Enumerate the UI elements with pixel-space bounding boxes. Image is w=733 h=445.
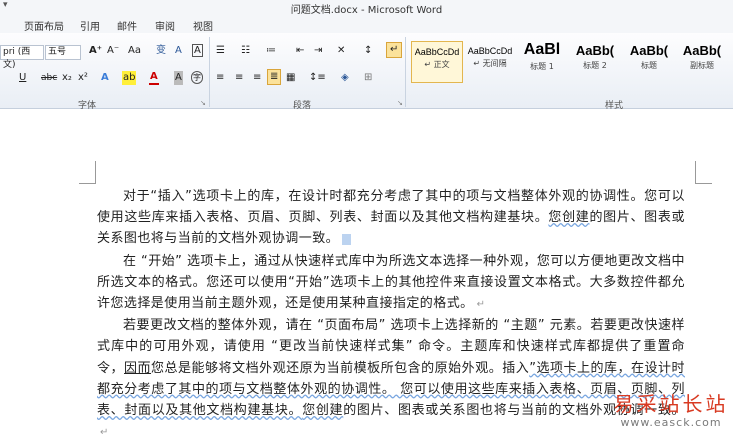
style-name: 标题 2 (583, 61, 607, 70)
bullets-icon[interactable]: ☰ (215, 44, 226, 58)
page-corner-marker (79, 161, 96, 184)
document-body[interactable]: 对于“插入”选项卡上的库，在设计时都充分考虑了其中的项与文档整体外观的协调性。您… (97, 186, 685, 443)
borders-icon[interactable]: ⊞ (363, 71, 373, 85)
sort-icon[interactable]: ↕ (363, 44, 373, 58)
title-bar: ▾ 问题文档.docx - Microsoft Word (0, 0, 733, 16)
subscript-button[interactable]: x₂ (61, 71, 73, 85)
window-title: 问题文档.docx - Microsoft Word (290, 5, 443, 16)
style-name: 副标题 (690, 61, 714, 70)
watermark-url: www.easck.com (620, 416, 722, 429)
text-effects-button[interactable]: A (100, 71, 110, 85)
text-run: 您创建 (548, 210, 590, 226)
style-name: 标题 (641, 61, 657, 70)
style-sample: AaBb( (575, 43, 615, 58)
grow-font-button[interactable]: A⁺ (88, 44, 103, 58)
style-sample: AaBb( (682, 43, 722, 58)
font-dialog-launcher-icon[interactable]: ↘ (200, 96, 206, 110)
style-sample: AaBbCcDd (414, 47, 460, 57)
style-no-spacing[interactable]: AaBbCcDd ↵ 无间隔 (465, 41, 515, 81)
multilevel-list-icon[interactable]: ≔ (265, 44, 277, 58)
style-sample: AaBl (523, 41, 561, 58)
site-watermark: 易采站长站 www.easck.com (611, 392, 731, 429)
show-paragraph-marks-icon[interactable]: ↵ (386, 42, 403, 58)
style-subtitle[interactable]: AaBb( 副标题 (677, 41, 727, 81)
char-border-button[interactable]: A (192, 44, 203, 57)
style-sample: AaBb( (629, 43, 669, 58)
line-spacing-icon[interactable]: ↕≡ (308, 71, 327, 85)
tab-page-layout[interactable]: 页面布局 (24, 18, 64, 33)
justify-icon[interactable]: ≣ (267, 69, 282, 85)
enclose-char-button[interactable]: 字 (191, 71, 203, 84)
paragraph-mark-icon: ↵ (100, 427, 109, 439)
decrease-indent-icon[interactable]: ⇤ (295, 44, 305, 58)
tab-view[interactable]: 视图 (193, 18, 213, 33)
text-run: 您总是能够将文档外观还原为当前模板所包含的原始外观。插入 (151, 360, 530, 376)
style-normal[interactable]: AaBbCcDd ↵ 正文 (411, 41, 463, 83)
style-name: 标题 1 (530, 62, 554, 71)
tab-mailings[interactable]: 邮件 (117, 18, 137, 33)
highlight-button[interactable]: ab (122, 71, 137, 85)
font-color-button[interactable]: A (149, 71, 159, 85)
char-shading-button[interactable]: A (174, 71, 183, 85)
ribbon: pri (西文) 五号 A⁺ A⁻ Aa 变 A A U abc x₂ x² A… (0, 33, 733, 111)
distributed-icon[interactable]: ▦ (285, 71, 296, 85)
page-corner-marker (695, 161, 712, 184)
text-run: 在 “开始” 选项卡上，通过从快速样式库中为所选文本选择一种外观，您可以方便地更… (97, 253, 685, 312)
ribbon-tabs: 页面布局 引用 邮件 审阅 视图 (0, 16, 733, 33)
style-heading-2[interactable]: AaBb( 标题 2 (570, 41, 620, 81)
numbering-icon[interactable]: ☷ (240, 44, 251, 58)
clear-format-button[interactable]: A (174, 44, 183, 58)
group-divider (209, 37, 210, 107)
align-left-icon[interactable]: ≡ (215, 71, 225, 85)
style-heading-1[interactable]: AaBl 标题 1 (517, 41, 567, 81)
increase-indent-icon[interactable]: ⇥ (313, 44, 323, 58)
chinese-layout-icon[interactable]: ✕ (336, 44, 346, 58)
paragraph: 在 “开始” 选项卡上，通过从快速样式库中为所选文本选择一种外观，您可以方便地更… (97, 251, 685, 316)
tab-references[interactable]: 引用 (80, 18, 100, 33)
strikethrough-button[interactable]: abc (40, 71, 58, 85)
style-title[interactable]: AaBb( 标题 (624, 41, 674, 81)
style-sample: AaBbCcDd (467, 46, 513, 56)
font-size-combo[interactable]: 五号 (45, 45, 81, 60)
watermark-text: 易采站长站 (613, 392, 729, 416)
text-run: 您创建 (302, 403, 344, 419)
change-case-button[interactable]: Aa (127, 44, 142, 58)
text-run: 因而 (124, 360, 152, 376)
shrink-font-button[interactable]: A⁻ (106, 44, 120, 58)
paragraph-dialog-launcher-icon[interactable]: ↘ (397, 96, 403, 110)
paragraph-mark-icon: ↵ (476, 299, 486, 311)
phonetic-guide-button[interactable]: 变 (155, 44, 167, 58)
shading-icon[interactable]: ◈ (340, 71, 350, 85)
align-center-icon[interactable]: ≡ (234, 71, 244, 85)
superscript-button[interactable]: x² (77, 71, 89, 85)
paragraph: 若要更改文档的整体外观，请在 “页面布局” 选项卡上选择新的 “主题” 元素。若… (97, 315, 685, 443)
underline-button[interactable]: U (18, 71, 27, 85)
style-name: ↵ 正文 (424, 60, 450, 69)
group-divider (405, 37, 406, 107)
tab-review[interactable]: 审阅 (155, 18, 175, 33)
align-right-icon[interactable]: ≡ (252, 71, 262, 85)
font-name-combo[interactable]: pri (西文) (0, 45, 44, 70)
paragraph: 对于“插入”选项卡上的库，在设计时都充分考虑了其中的项与文档整体外观的协调性。您… (97, 186, 685, 251)
style-name: ↵ 无间隔 (473, 59, 507, 68)
paragraph-mark-icon: ↵ (342, 234, 351, 246)
